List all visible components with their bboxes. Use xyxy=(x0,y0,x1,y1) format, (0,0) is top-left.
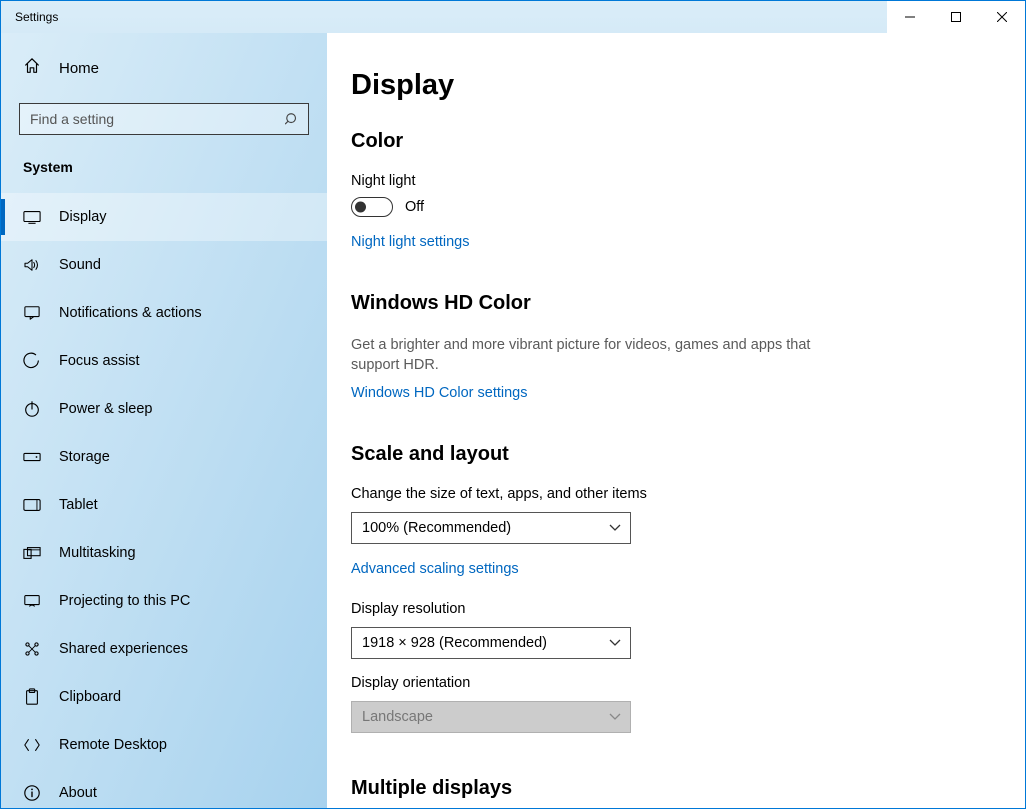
scale-text-value: 100% (Recommended) xyxy=(362,520,511,536)
content-area: Display Color Night light Off Night ligh… xyxy=(327,33,1025,808)
maximize-button[interactable] xyxy=(933,1,979,33)
sidebar-item-label: Focus assist xyxy=(59,353,140,369)
sidebar-item-label: Notifications & actions xyxy=(59,305,202,321)
scale-text-combo[interactable]: 100% (Recommended) xyxy=(351,512,631,544)
multitasking-icon xyxy=(23,546,41,560)
sidebar-item-storage[interactable]: Storage xyxy=(1,433,327,481)
chevron-down-icon xyxy=(608,639,622,647)
search-box[interactable] xyxy=(19,103,309,135)
focus-assist-icon xyxy=(23,352,41,370)
category-label: System xyxy=(1,135,327,183)
about-icon xyxy=(23,784,41,802)
section-multidisplay-title: Multiple displays xyxy=(351,777,985,800)
sidebar-item-shared-experiences[interactable]: Shared experiences xyxy=(1,625,327,673)
orientation-combo: Landscape xyxy=(351,701,631,733)
sidebar-item-label: Shared experiences xyxy=(59,641,188,657)
scale-text-label: Change the size of text, apps, and other… xyxy=(351,486,985,502)
minimize-icon xyxy=(905,12,915,22)
sidebar-item-notifications[interactable]: Notifications & actions xyxy=(1,289,327,337)
titlebar: Settings xyxy=(1,1,1025,33)
display-icon xyxy=(23,210,41,224)
notifications-icon xyxy=(23,305,41,321)
shared-icon xyxy=(23,640,41,658)
hdcolor-settings-link[interactable]: Windows HD Color settings xyxy=(351,385,527,401)
home-label: Home xyxy=(59,60,99,77)
sidebar-item-sound[interactable]: Sound xyxy=(1,241,327,289)
sidebar-item-label: Clipboard xyxy=(59,689,121,705)
clipboard-icon xyxy=(23,688,41,706)
power-icon xyxy=(23,400,41,418)
sound-icon xyxy=(23,258,41,272)
search-input[interactable] xyxy=(20,111,276,127)
orientation-value: Landscape xyxy=(362,709,433,725)
sidebar-item-display[interactable]: Display xyxy=(1,193,327,241)
search-icon xyxy=(276,112,308,126)
sidebar: Home System Display xyxy=(1,33,327,808)
night-light-settings-link[interactable]: Night light settings xyxy=(351,234,469,250)
resolution-label: Display resolution xyxy=(351,601,985,617)
close-button[interactable] xyxy=(979,1,1025,33)
sidebar-item-label: About xyxy=(59,785,97,801)
chevron-down-icon xyxy=(608,524,622,532)
night-light-label: Night light xyxy=(351,173,985,189)
advanced-scaling-link[interactable]: Advanced scaling settings xyxy=(351,561,519,577)
sidebar-item-label: Tablet xyxy=(59,497,98,513)
hdcolor-description: Get a brighter and more vibrant picture … xyxy=(351,335,811,376)
home-button[interactable]: Home xyxy=(1,33,327,95)
sidebar-item-about[interactable]: About xyxy=(1,769,327,808)
maximize-icon xyxy=(951,12,961,22)
storage-icon xyxy=(23,451,41,463)
minimize-button[interactable] xyxy=(887,1,933,33)
sidebar-item-label: Sound xyxy=(59,257,101,273)
sidebar-item-remote-desktop[interactable]: Remote Desktop xyxy=(1,721,327,769)
window-title: Settings xyxy=(1,10,58,24)
sidebar-item-projecting[interactable]: Projecting to this PC xyxy=(1,577,327,625)
sidebar-item-label: Remote Desktop xyxy=(59,737,167,753)
orientation-label: Display orientation xyxy=(351,675,985,691)
sidebar-item-multitasking[interactable]: Multitasking xyxy=(1,529,327,577)
remote-desktop-icon xyxy=(23,737,41,753)
resolution-combo[interactable]: 1918 × 928 (Recommended) xyxy=(351,627,631,659)
nav-list: Display Sound Notifications & actions xyxy=(1,193,327,808)
page-title: Display xyxy=(351,69,985,102)
sidebar-item-label: Display xyxy=(59,209,107,225)
sidebar-item-label: Storage xyxy=(59,449,110,465)
home-icon xyxy=(23,57,41,79)
sidebar-item-label: Power & sleep xyxy=(59,401,153,417)
sidebar-item-label: Multitasking xyxy=(59,545,136,561)
sidebar-item-clipboard[interactable]: Clipboard xyxy=(1,673,327,721)
section-color-title: Color xyxy=(351,130,985,153)
resolution-value: 1918 × 928 (Recommended) xyxy=(362,635,547,651)
sidebar-item-power-sleep[interactable]: Power & sleep xyxy=(1,385,327,433)
section-hdcolor-title: Windows HD Color xyxy=(351,292,985,315)
window-controls xyxy=(887,1,1025,33)
chevron-down-icon xyxy=(608,713,622,721)
sidebar-item-focus-assist[interactable]: Focus assist xyxy=(1,337,327,385)
night-light-state: Off xyxy=(405,199,424,215)
projecting-icon xyxy=(23,593,41,609)
sidebar-item-label: Projecting to this PC xyxy=(59,593,190,609)
sidebar-item-tablet[interactable]: Tablet xyxy=(1,481,327,529)
tablet-icon xyxy=(23,498,41,512)
section-scale-title: Scale and layout xyxy=(351,443,985,466)
close-icon xyxy=(997,12,1007,22)
night-light-toggle[interactable] xyxy=(351,197,393,217)
